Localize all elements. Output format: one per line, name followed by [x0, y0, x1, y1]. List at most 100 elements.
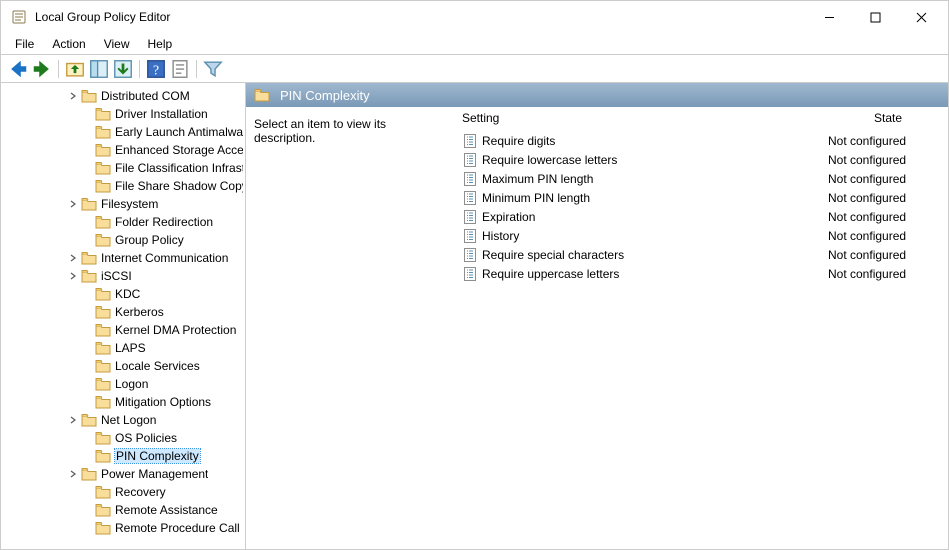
- tree-item[interactable]: Power Management: [1, 465, 245, 483]
- back-button[interactable]: [7, 58, 29, 80]
- expander-spacer: [81, 504, 93, 516]
- setting-state: Not configured: [828, 229, 948, 243]
- tree-item-label: Driver Installation: [115, 107, 208, 121]
- tree-item[interactable]: Kerberos: [1, 303, 245, 321]
- tree-item[interactable]: Kernel DMA Protection: [1, 321, 245, 339]
- tree-item-label: Kernel DMA Protection: [115, 323, 236, 337]
- tree-item[interactable]: Logon: [1, 375, 245, 393]
- maximize-button[interactable]: [852, 2, 898, 32]
- close-button[interactable]: [898, 2, 944, 32]
- chevron-right-icon[interactable]: [67, 270, 79, 282]
- folder-icon: [95, 377, 111, 391]
- settings-list: Require digitsNot configuredRequire lowe…: [456, 129, 948, 285]
- setting-name: Minimum PIN length: [482, 191, 828, 205]
- folder-icon: [95, 521, 111, 535]
- tree-item[interactable]: Group Policy: [1, 231, 245, 249]
- tree-item[interactable]: Remote Procedure Call: [1, 519, 245, 537]
- folder-icon: [95, 125, 111, 139]
- tree-pane[interactable]: Distributed COM Driver Installation Early …: [1, 83, 246, 549]
- tree-item[interactable]: Mitigation Options: [1, 393, 245, 411]
- column-headers[interactable]: Setting State: [456, 107, 948, 129]
- tree-item[interactable]: File Classification Infrastr: [1, 159, 245, 177]
- tree-item[interactable]: Driver Installation: [1, 105, 245, 123]
- menu-help[interactable]: Help: [140, 35, 181, 53]
- tree-item[interactable]: OS Policies: [1, 429, 245, 447]
- tree-item[interactable]: iSCSI: [1, 267, 245, 285]
- tree-item[interactable]: Remote Assistance: [1, 501, 245, 519]
- setting-row[interactable]: HistoryNot configured: [456, 226, 948, 245]
- chevron-right-icon[interactable]: [67, 198, 79, 210]
- column-state[interactable]: State: [828, 111, 948, 125]
- tree-item[interactable]: File Share Shadow Copy I: [1, 177, 245, 195]
- expander-spacer: [81, 126, 93, 138]
- setting-name: Maximum PIN length: [482, 172, 828, 186]
- column-setting[interactable]: Setting: [456, 111, 828, 125]
- chevron-right-icon[interactable]: [67, 252, 79, 264]
- minimize-button[interactable]: [806, 2, 852, 32]
- tree-item[interactable]: PIN Complexity: [1, 447, 245, 465]
- properties-button[interactable]: [169, 58, 191, 80]
- expander-spacer: [81, 432, 93, 444]
- policy-icon: [462, 171, 478, 187]
- tree-item[interactable]: Folder Redirection: [1, 213, 245, 231]
- right-body: Select an item to view its description. …: [246, 107, 948, 549]
- menu-bar: File Action View Help: [1, 33, 948, 55]
- export-list-button[interactable]: [112, 58, 134, 80]
- expander-spacer: [81, 162, 93, 174]
- tree-item[interactable]: Filesystem: [1, 195, 245, 213]
- tree-item[interactable]: Early Launch Antimalwar: [1, 123, 245, 141]
- up-button[interactable]: [64, 58, 86, 80]
- show-hide-tree-button[interactable]: [88, 58, 110, 80]
- setting-state: Not configured: [828, 134, 948, 148]
- policy-icon: [462, 190, 478, 206]
- setting-row[interactable]: Require uppercase lettersNot configured: [456, 264, 948, 283]
- settings-column: Setting State Require digitsNot configur…: [456, 107, 948, 549]
- setting-name: Require special characters: [482, 248, 828, 262]
- folder-icon: [81, 467, 97, 481]
- expander-spacer: [81, 108, 93, 120]
- tree-item-label: Mitigation Options: [115, 395, 211, 409]
- description-text: Select an item to view its description.: [254, 117, 386, 145]
- folder-icon: [95, 107, 111, 121]
- chevron-right-icon[interactable]: [67, 414, 79, 426]
- window-buttons: [806, 2, 944, 32]
- tree-item[interactable]: Internet Communication: [1, 249, 245, 267]
- menu-action[interactable]: Action: [44, 35, 93, 53]
- pane-header: PIN Complexity: [246, 83, 948, 107]
- tree-item[interactable]: Distributed COM: [1, 87, 245, 105]
- tree-item-label: PIN Complexity: [115, 449, 200, 463]
- policy-icon: [462, 209, 478, 225]
- policy-icon: [462, 133, 478, 149]
- expander-spacer: [81, 216, 93, 228]
- expander-spacer: [81, 306, 93, 318]
- setting-row[interactable]: Minimum PIN lengthNot configured: [456, 188, 948, 207]
- filter-button[interactable]: [202, 58, 224, 80]
- setting-row[interactable]: ExpirationNot configured: [456, 207, 948, 226]
- tree-item-label: LAPS: [115, 341, 146, 355]
- tree-item[interactable]: Net Logon: [1, 411, 245, 429]
- menu-view[interactable]: View: [96, 35, 138, 53]
- tree-item[interactable]: Enhanced Storage Access: [1, 141, 245, 159]
- tree-item[interactable]: Locale Services: [1, 357, 245, 375]
- setting-name: Expiration: [482, 210, 828, 224]
- setting-state: Not configured: [828, 267, 948, 281]
- setting-row[interactable]: Require lowercase lettersNot configured: [456, 150, 948, 169]
- menu-file[interactable]: File: [7, 35, 42, 53]
- setting-row[interactable]: Require special charactersNot configured: [456, 245, 948, 264]
- policy-tree: Distributed COM Driver Installation Early …: [1, 87, 245, 537]
- title-bar: Local Group Policy Editor: [1, 1, 948, 33]
- setting-row[interactable]: Maximum PIN lengthNot configured: [456, 169, 948, 188]
- folder-icon: [95, 287, 111, 301]
- tree-item[interactable]: Recovery: [1, 483, 245, 501]
- tree-item[interactable]: KDC: [1, 285, 245, 303]
- chevron-right-icon[interactable]: [67, 90, 79, 102]
- chevron-right-icon[interactable]: [67, 468, 79, 480]
- expander-spacer: [81, 396, 93, 408]
- tree-item-label: Distributed COM: [101, 89, 190, 103]
- tree-item-label: KDC: [115, 287, 140, 301]
- forward-button[interactable]: [31, 58, 53, 80]
- tree-item[interactable]: LAPS: [1, 339, 245, 357]
- expander-spacer: [81, 486, 93, 498]
- help-button[interactable]: ?: [145, 58, 167, 80]
- setting-row[interactable]: Require digitsNot configured: [456, 131, 948, 150]
